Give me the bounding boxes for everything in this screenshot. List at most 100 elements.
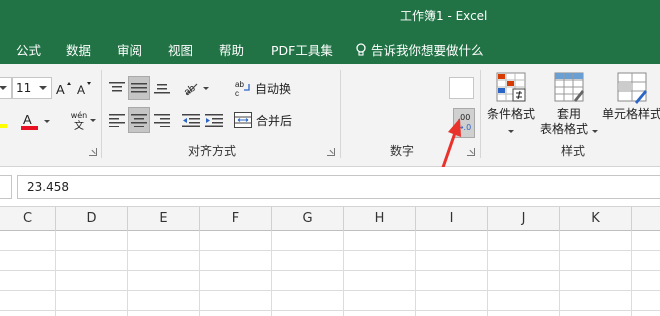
column-header-c[interactable]: C	[0, 207, 56, 231]
column-header-g[interactable]: G	[272, 207, 344, 231]
lightbulb-icon	[356, 43, 366, 56]
align-center-button[interactable]	[128, 107, 150, 133]
column-headers: C D E F G H I J K	[0, 207, 660, 231]
grow-font-icon: A	[56, 82, 71, 96]
name-box[interactable]	[0, 175, 12, 199]
format-as-table-icon	[554, 72, 584, 102]
number-dialog-launcher-icon[interactable]	[467, 148, 475, 156]
column-divider	[199, 231, 200, 316]
top-align-button[interactable]	[107, 78, 127, 98]
column-divider	[487, 231, 488, 316]
tab-data[interactable]: 数据	[66, 40, 91, 59]
column-divider	[55, 231, 56, 316]
align-top-icon	[109, 82, 125, 92]
font-size-combo[interactable]: 11	[12, 77, 52, 99]
ribbon-tabs: 公式 数据 审阅 视图 帮助 PDF工具集 告诉我你想要做什么	[0, 33, 660, 64]
column-divider	[127, 231, 128, 316]
font-name-combo[interactable]	[0, 77, 12, 99]
column-header-k[interactable]: K	[560, 207, 632, 231]
tab-review[interactable]: 审阅	[117, 40, 142, 59]
conditional-formatting-label: 条件格式	[486, 107, 535, 121]
alignment-dialog-launcher-icon[interactable]	[327, 148, 335, 156]
orientation-button[interactable]: ab	[182, 77, 210, 99]
format-as-table-label-2: 表格格式	[538, 122, 600, 137]
tab-formulas[interactable]: 公式	[16, 40, 41, 59]
ribbon-separator	[101, 70, 102, 158]
column-header-d[interactable]: D	[56, 207, 128, 231]
bottom-align-button[interactable]	[151, 78, 173, 98]
row-divider	[0, 270, 660, 271]
number-format-combo[interactable]	[449, 77, 474, 99]
cell-grid[interactable]	[0, 231, 660, 316]
column-header-j[interactable]: J	[488, 207, 560, 231]
conditional-formatting-icon	[496, 72, 526, 102]
decrease-indent-button[interactable]	[180, 109, 202, 131]
format-as-table-button[interactable]: 套用 表格格式	[538, 72, 600, 137]
cell-styles-label: 单元格样式	[601, 107, 660, 121]
number-group-label: 数字	[390, 144, 415, 158]
merge-center-button[interactable]: 合并后	[234, 109, 296, 131]
align-right-button[interactable]	[151, 109, 173, 131]
phonetic-top-text: wén	[70, 111, 88, 120]
tab-help[interactable]: 帮助	[219, 40, 244, 59]
svg-text:c: c	[235, 89, 239, 97]
indent-icon	[205, 114, 223, 127]
font-dialog-launcher-icon[interactable]	[89, 148, 97, 156]
wrap-text-label: 自动换	[255, 81, 292, 96]
row-divider	[0, 310, 660, 311]
tab-view[interactable]: 视图	[168, 40, 193, 59]
align-right-icon	[154, 114, 170, 127]
column-divider	[271, 231, 272, 316]
format-as-table-label-1: 套用	[556, 107, 581, 121]
shrink-font-icon: A	[77, 82, 91, 96]
column-header-f[interactable]: F	[200, 207, 272, 231]
tell-me-label: 告诉我你想要做什么	[371, 43, 484, 58]
align-left-button[interactable]	[107, 109, 127, 131]
column-header-h[interactable]: H	[344, 207, 416, 231]
font-color-icon: A	[21, 112, 38, 130]
chevron-down-icon	[44, 119, 50, 123]
fill-color-button[interactable]	[0, 110, 12, 130]
svg-text:A: A	[56, 82, 65, 96]
svg-text:A: A	[23, 112, 32, 127]
row-divider	[0, 250, 660, 251]
chevron-down-icon[interactable]	[90, 119, 96, 122]
column-divider	[343, 231, 344, 316]
align-left-icon	[109, 114, 125, 127]
column-divider	[559, 231, 560, 316]
ribbon-separator	[480, 70, 481, 158]
chevron-down-icon	[508, 130, 514, 133]
formula-value: 23.458	[27, 180, 69, 194]
font-color-button[interactable]: A	[20, 110, 50, 132]
column-divider	[631, 231, 632, 316]
tab-pdf-tools[interactable]: PDF工具集	[271, 40, 333, 59]
text-orientation-icon: ab	[183, 83, 198, 96]
svg-text:A: A	[77, 83, 85, 96]
decrease-font-size-button[interactable]: A	[77, 78, 93, 98]
phonetic-bottom-text: 文	[74, 121, 84, 132]
align-bottom-icon	[154, 84, 170, 94]
column-header-e[interactable]: E	[128, 207, 200, 231]
middle-align-button[interactable]	[128, 76, 150, 100]
ribbon: 11 A A A wén 文 ab ab c 自动换 合并后 对齐方式 .00 …	[0, 64, 660, 167]
cell-styles-icon	[617, 72, 647, 104]
font-size-value: 11	[16, 81, 32, 95]
outdent-icon	[182, 114, 200, 127]
cell-styles-button[interactable]: 单元格样式	[600, 72, 660, 122]
merge-center-label: 合并后	[256, 113, 293, 128]
row-divider	[0, 290, 660, 291]
svg-text:ab: ab	[235, 80, 244, 89]
window-title: 工作簿1 - Excel	[400, 9, 488, 23]
formula-bar: 23.458	[0, 167, 660, 207]
title-bar: 工作簿1 - Excel	[0, 0, 660, 33]
formula-input[interactable]: 23.458	[17, 175, 660, 199]
styles-group-label: 样式	[561, 144, 586, 158]
conditional-formatting-button[interactable]: 条件格式	[485, 72, 537, 136]
increase-indent-button[interactable]	[203, 109, 225, 131]
wrap-text-button[interactable]: ab c 自动换	[234, 77, 294, 99]
increase-font-size-button[interactable]: A	[56, 78, 72, 98]
chevron-down-icon	[39, 86, 47, 90]
tell-me-box[interactable]: 告诉我你想要做什么	[355, 40, 484, 59]
column-header-i[interactable]: I	[416, 207, 488, 231]
chevron-down-icon	[0, 86, 7, 90]
